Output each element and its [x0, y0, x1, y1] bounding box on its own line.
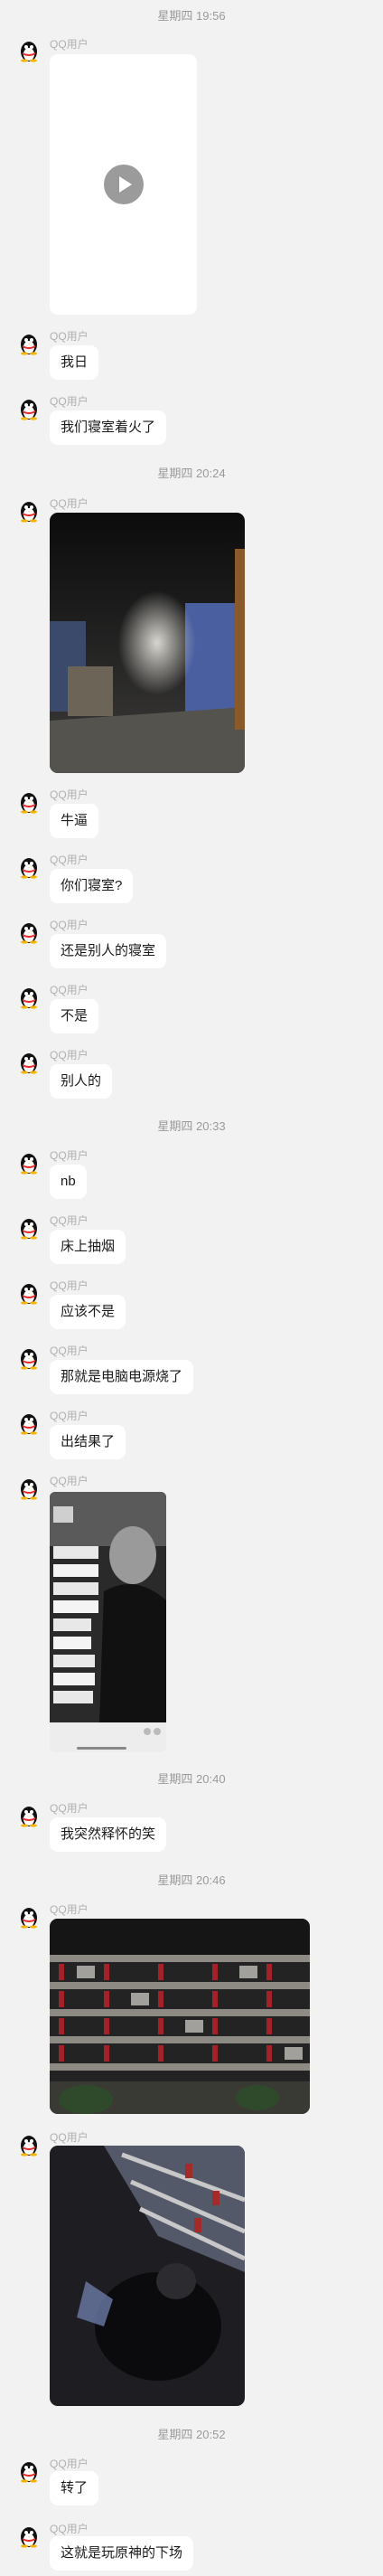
sender-name: QQ用户 — [50, 330, 89, 343]
sender-name: QQ用户 — [50, 1049, 89, 1062]
qq-penguin-icon[interactable] — [17, 855, 41, 879]
video-message[interactable] — [50, 54, 197, 315]
sender-name: QQ用户 — [50, 38, 89, 51]
qq-penguin-icon[interactable] — [17, 1346, 41, 1370]
photo-message[interactable] — [50, 1919, 310, 2114]
sender-name: QQ用户 — [50, 2458, 89, 2470]
photo-message[interactable] — [50, 513, 245, 773]
qq-penguin-icon[interactable] — [17, 39, 41, 62]
text-bubble[interactable]: 还是别人的寝室 — [50, 934, 167, 968]
qq-penguin-icon[interactable] — [17, 1216, 41, 1240]
play-icon[interactable] — [104, 165, 144, 204]
text-bubble[interactable]: 别人的 — [50, 1064, 113, 1099]
timestamp: 星期四 19:56 — [157, 9, 226, 23]
sender-name: QQ用户 — [50, 1903, 89, 1916]
text-bubble[interactable]: 我突然释怀的笑 — [50, 1817, 167, 1852]
text-bubble[interactable]: nb — [50, 1165, 87, 1199]
sender-name: QQ用户 — [50, 788, 89, 801]
timestamp: 星期四 20:40 — [157, 1772, 226, 1786]
sender-name: QQ用户 — [50, 984, 89, 996]
sender-name: QQ用户 — [50, 2131, 89, 2144]
text-bubble[interactable]: 我们寝室着火了 — [50, 410, 167, 445]
sender-name: QQ用户 — [50, 1802, 89, 1815]
sender-name: QQ用户 — [50, 919, 89, 931]
qq-penguin-icon[interactable] — [17, 499, 41, 523]
text-bubble[interactable]: 我日 — [50, 345, 99, 380]
text-bubble[interactable]: 不是 — [50, 999, 99, 1033]
sender-name: QQ用户 — [50, 1149, 89, 1162]
timestamp: 星期四 20:33 — [157, 1119, 226, 1133]
sender-name: QQ用户 — [50, 2523, 89, 2535]
qq-penguin-icon[interactable] — [17, 1281, 41, 1305]
qq-penguin-icon[interactable] — [17, 2133, 41, 2156]
qq-penguin-icon[interactable] — [17, 2524, 41, 2548]
qq-penguin-icon[interactable] — [17, 1051, 41, 1074]
sender-name: QQ用户 — [50, 1345, 89, 1357]
sender-name: QQ用户 — [50, 1214, 89, 1227]
photo-message[interactable] — [50, 2146, 245, 2406]
text-bubble[interactable]: 应该不是 — [50, 1295, 126, 1329]
sender-name: QQ用户 — [50, 1410, 89, 1422]
qq-penguin-icon[interactable] — [17, 1477, 41, 1500]
sender-name: QQ用户 — [50, 1475, 89, 1487]
qq-penguin-icon[interactable] — [17, 1151, 41, 1175]
qq-penguin-icon[interactable] — [17, 986, 41, 1009]
timestamp: 星期四 20:46 — [157, 1873, 226, 1887]
qq-penguin-icon[interactable] — [17, 790, 41, 814]
timestamp: 星期四 20:52 — [157, 2428, 226, 2441]
qq-penguin-icon[interactable] — [17, 332, 41, 355]
qq-penguin-icon[interactable] — [17, 397, 41, 420]
timestamp: 星期四 20:24 — [157, 467, 226, 480]
text-bubble[interactable]: 床上抽烟 — [50, 1230, 126, 1264]
qq-penguin-icon[interactable] — [17, 920, 41, 944]
text-bubble[interactable]: 这就是玩原神的下场 — [50, 2536, 194, 2571]
sender-name: QQ用户 — [50, 395, 89, 408]
text-bubble[interactable]: 那就是电脑电源烧了 — [50, 1360, 194, 1394]
text-bubble[interactable]: 转了 — [50, 2471, 99, 2505]
qq-penguin-icon[interactable] — [17, 2459, 41, 2483]
qq-penguin-icon[interactable] — [17, 1804, 41, 1827]
sender-name: QQ用户 — [50, 1279, 89, 1292]
qq-penguin-icon[interactable] — [17, 1905, 41, 1929]
text-bubble[interactable]: 你们寝室? — [50, 869, 134, 903]
qq-penguin-icon[interactable] — [17, 1411, 41, 1435]
sender-name: QQ用户 — [50, 854, 89, 866]
screenshot-message[interactable] — [50, 1492, 166, 1752]
text-bubble[interactable]: 牛逼 — [50, 804, 99, 838]
sender-name: QQ用户 — [50, 497, 89, 510]
text-bubble[interactable]: 出结果了 — [50, 1425, 126, 1459]
